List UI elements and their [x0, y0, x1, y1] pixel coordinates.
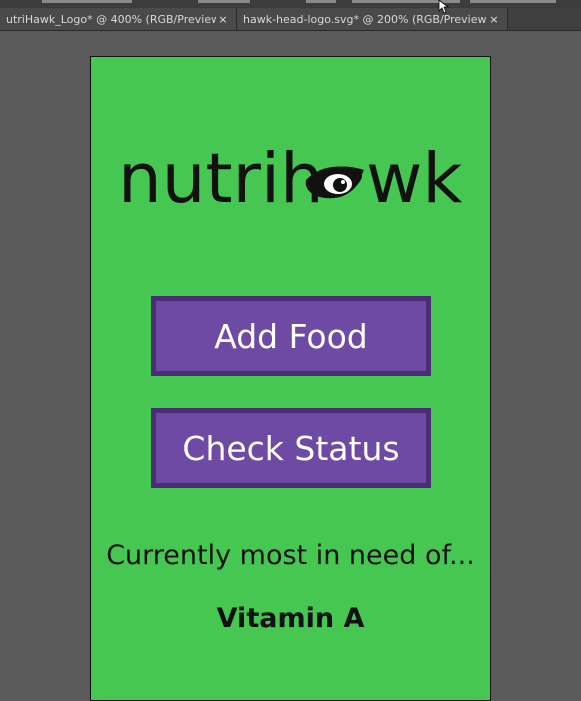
nutrient-value: Vitamin A	[216, 603, 365, 634]
options-bar	[0, 0, 581, 8]
logo-text-end: wk	[366, 139, 462, 212]
need-label: Currently most in need of...	[106, 540, 475, 571]
nutrihawk-logo: nutrih wk	[118, 139, 462, 212]
close-icon[interactable]: ×	[216, 13, 230, 26]
tab-label: hawk-head-logo.svg* @ 200% (RGB/Preview)	[243, 12, 487, 26]
mouse-pointer-icon	[438, 0, 450, 14]
document-tab-bar: utriHawk_Logo* @ 400% (RGB/Preview) × ha…	[0, 8, 581, 31]
options-field[interactable]	[198, 0, 250, 3]
options-field[interactable]	[470, 0, 556, 3]
tab-label: utriHawk_Logo* @ 400% (RGB/Preview)	[6, 12, 216, 26]
tab-nutrihawk-logo[interactable]: utriHawk_Logo* @ 400% (RGB/Preview) ×	[0, 8, 237, 30]
close-icon[interactable]: ×	[487, 13, 501, 26]
options-field[interactable]	[42, 0, 132, 3]
tab-hawk-head-logo[interactable]: hawk-head-logo.svg* @ 200% (RGB/Preview)…	[237, 8, 508, 30]
add-food-button[interactable]: Add Food	[151, 296, 431, 376]
options-field[interactable]	[306, 0, 336, 3]
logo-text-start: nutrih	[118, 139, 324, 212]
check-status-button[interactable]: Check Status	[151, 408, 431, 488]
